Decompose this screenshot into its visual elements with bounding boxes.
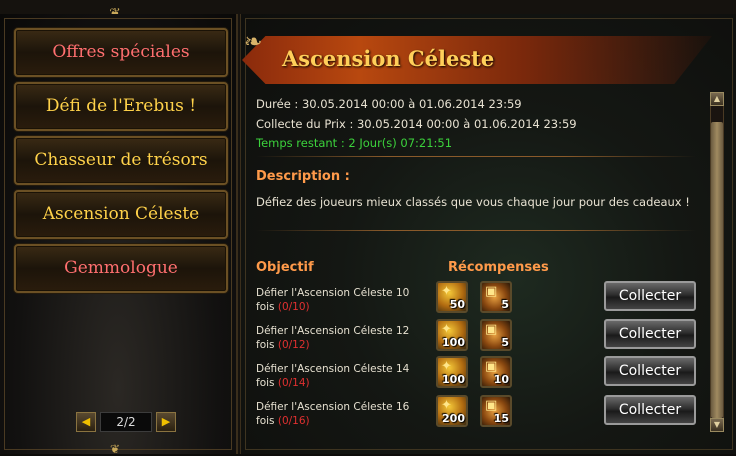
arrow-left-icon[interactable]: ◀ (76, 412, 96, 432)
event-time-left: Temps restant : 2 Jour(s) 07:21:51 (256, 136, 453, 150)
objective-text: Défier l'Ascension Céleste 16 (256, 401, 410, 413)
reward-quantity: 5 (501, 336, 509, 349)
collect-button[interactable]: Collecter (604, 395, 696, 425)
gem-reward-icon: ✦ 50 (436, 281, 468, 313)
chest-reward-icon: ▣ 5 (480, 281, 512, 313)
reward-quantity: 50 (449, 298, 465, 311)
page-indicator: 2/2 (100, 412, 152, 432)
gem-reward-icon: ✦ 100 (436, 356, 468, 388)
objective-progress: (0/10) (277, 301, 310, 313)
objective-text: fois (256, 415, 278, 427)
chest-reward-icon: ▣ 15 (480, 395, 512, 427)
reward-quantity: 15 (493, 412, 509, 425)
description-text: Défiez des joueurs mieux classés que vou… (256, 195, 690, 209)
objective-text: fois (256, 339, 278, 351)
objective-header: Objectif (256, 260, 314, 275)
collect-button[interactable]: Collecter (604, 319, 696, 349)
menu-item-ascension-celeste[interactable]: Ascension Céleste (14, 190, 228, 239)
objective-row: Défier l'Ascension Céleste 16 fois (0/16… (256, 400, 426, 428)
objective-text: Défier l'Ascension Céleste 10 (256, 287, 410, 299)
scroll-down-icon[interactable]: ▼ (710, 418, 724, 432)
menu-item-offres-speciales[interactable]: Offres spéciales (14, 28, 228, 77)
objective-progress: (0/16) (277, 415, 310, 427)
reward-quantity: 100 (442, 373, 465, 386)
objective-row: Défier l'Ascension Céleste 12 fois (0/12… (256, 324, 426, 352)
collect-button[interactable]: Collecter (604, 281, 696, 311)
chest-reward-icon: ▣ 5 (480, 319, 512, 351)
objective-text: Défier l'Ascension Céleste 12 (256, 325, 410, 337)
reward-quantity: 5 (501, 298, 509, 311)
menu-pager: ◀ 2/2 ▶ (76, 412, 176, 432)
divider (256, 230, 696, 231)
objective-text: fois (256, 377, 278, 389)
chest-reward-icon: ▣ 10 (480, 356, 512, 388)
menu-item-gemmologue[interactable]: Gemmologue (14, 244, 228, 293)
objective-progress: (0/12) (277, 339, 310, 351)
rewards-header: Récompenses (448, 260, 549, 275)
objective-text: Défier l'Ascension Céleste 14 (256, 363, 410, 375)
scroll-up-icon[interactable]: ▲ (710, 92, 724, 106)
description-title: Description : (256, 169, 350, 184)
objective-row: Défier l'Ascension Céleste 10 fois (0/10… (256, 286, 426, 314)
menu-item-defi-erebus[interactable]: Défi de l'Erebus ! (14, 82, 228, 131)
gem-reward-icon: ✦ 100 (436, 319, 468, 351)
banner-ornament-icon: ❧ (244, 30, 263, 55)
objective-row: Défier l'Ascension Céleste 14 fois (0/14… (256, 362, 426, 390)
gem-reward-icon: ✦ 200 (436, 395, 468, 427)
event-duration: Durée : 30.05.2014 00:00 à 01.06.2014 23… (256, 97, 522, 111)
arrow-right-icon[interactable]: ▶ (156, 412, 176, 432)
collect-button[interactable]: Collecter (604, 356, 696, 386)
reward-quantity: 200 (442, 412, 465, 425)
divider (256, 156, 696, 157)
objective-text: fois (256, 301, 278, 313)
reward-quantity: 10 (493, 373, 509, 386)
ornament-icon: ❦ (109, 442, 121, 456)
reward-quantity: 100 (442, 336, 465, 349)
menu-item-chasseur-tresors[interactable]: Chasseur de trésors (14, 136, 228, 185)
scrollbar-thumb[interactable] (711, 122, 723, 418)
event-title: Ascension Céleste (282, 46, 495, 71)
objective-progress: (0/14) (277, 377, 310, 389)
event-collect-period: Collecte du Prix : 30.05.2014 00:00 à 01… (256, 117, 577, 131)
